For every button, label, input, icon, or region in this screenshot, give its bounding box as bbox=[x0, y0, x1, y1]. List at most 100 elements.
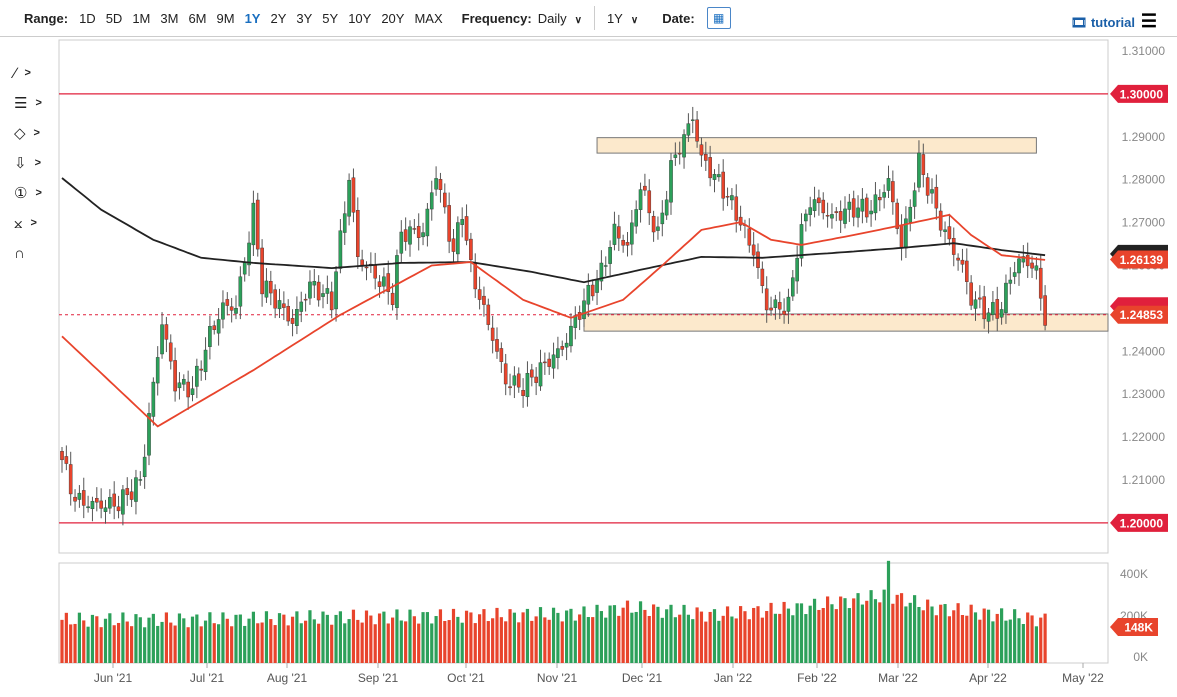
candle bbox=[673, 154, 678, 158]
volume-bar bbox=[143, 627, 147, 663]
candle bbox=[982, 296, 986, 320]
volume-bar bbox=[151, 613, 155, 663]
candle bbox=[956, 257, 960, 261]
volume-bar bbox=[347, 619, 351, 663]
volume-bar bbox=[147, 617, 151, 663]
volume-bar bbox=[103, 618, 108, 663]
candle bbox=[638, 189, 643, 210]
candle bbox=[421, 232, 425, 238]
candle bbox=[360, 259, 364, 266]
volume-bar bbox=[269, 619, 273, 663]
volume-bar bbox=[982, 608, 986, 663]
candle bbox=[582, 300, 586, 320]
candle bbox=[1030, 262, 1034, 269]
x-tick-label: Jul '21 bbox=[190, 671, 225, 685]
volume-bar bbox=[90, 614, 95, 663]
volume-bar bbox=[599, 611, 603, 663]
volume-bar bbox=[338, 611, 342, 663]
ma-fast-tag: 1.26139 bbox=[1120, 253, 1164, 267]
volume-bar bbox=[586, 617, 590, 663]
volume-bar bbox=[834, 609, 838, 663]
support-resistance-zone bbox=[583, 313, 1109, 332]
candle bbox=[682, 134, 686, 158]
volume-bar bbox=[247, 618, 251, 663]
volume-bar bbox=[826, 596, 830, 663]
candle bbox=[651, 215, 656, 233]
volume-bar bbox=[760, 617, 764, 663]
candle bbox=[751, 244, 756, 256]
candle bbox=[773, 299, 778, 308]
volume-bar bbox=[530, 620, 534, 663]
volume-bar bbox=[1000, 608, 1004, 663]
candle bbox=[669, 160, 673, 203]
candle bbox=[543, 361, 547, 364]
volume-bar bbox=[543, 617, 547, 663]
volume-bar bbox=[752, 607, 756, 663]
candle bbox=[656, 226, 660, 231]
volume-bar bbox=[860, 604, 864, 663]
volume-bar bbox=[551, 607, 556, 663]
volume-bar bbox=[899, 593, 904, 663]
candle bbox=[477, 289, 482, 300]
candle bbox=[173, 360, 177, 392]
candle bbox=[725, 196, 730, 198]
volume-bar bbox=[525, 608, 530, 663]
candle bbox=[208, 326, 212, 347]
volume-bar bbox=[334, 614, 338, 663]
candle bbox=[551, 354, 556, 369]
candle bbox=[377, 281, 382, 287]
volume-bar bbox=[747, 619, 751, 663]
candle bbox=[860, 198, 865, 212]
candle bbox=[895, 202, 899, 229]
x-tick-label: Mar '22 bbox=[878, 671, 918, 685]
candle bbox=[886, 178, 891, 191]
price-chart[interactable]: 1.310001.300001.290001.280001.270001.260… bbox=[0, 0, 1177, 697]
volume-bar bbox=[512, 612, 516, 663]
candle bbox=[416, 225, 421, 238]
candle bbox=[229, 306, 234, 311]
volume-bar bbox=[438, 609, 443, 663]
y-tick-label: 1.21000 bbox=[1122, 473, 1166, 487]
volume-bar bbox=[943, 604, 947, 663]
last-price-tag: 1.24853 bbox=[1120, 308, 1164, 322]
volume-bar bbox=[865, 600, 869, 663]
volume-bar bbox=[173, 625, 177, 663]
candle bbox=[347, 179, 351, 217]
volume-bar bbox=[73, 623, 77, 663]
volume-bar bbox=[234, 614, 238, 663]
volume-bar bbox=[547, 619, 551, 663]
volume-bar bbox=[691, 619, 695, 663]
volume-bar bbox=[504, 621, 508, 663]
candle bbox=[325, 288, 330, 294]
volume-bar bbox=[373, 624, 377, 663]
candle bbox=[94, 498, 99, 503]
volume-bar bbox=[769, 602, 773, 663]
candle bbox=[756, 251, 760, 268]
volume-bar bbox=[930, 606, 934, 663]
volume-bar bbox=[478, 614, 482, 663]
candle bbox=[686, 123, 691, 136]
volume-bar bbox=[873, 599, 878, 663]
candle bbox=[90, 500, 95, 510]
candle bbox=[351, 177, 356, 213]
volume-bar bbox=[217, 624, 221, 663]
y-tick-label: 1.31000 bbox=[1122, 44, 1166, 58]
candle bbox=[817, 197, 821, 204]
candle bbox=[321, 293, 325, 297]
volume-bar bbox=[134, 614, 138, 663]
candle bbox=[899, 225, 904, 249]
candle bbox=[747, 228, 752, 246]
candle bbox=[690, 119, 695, 121]
volume-bar bbox=[1013, 609, 1017, 663]
candle bbox=[316, 281, 321, 301]
candle bbox=[564, 342, 569, 348]
candle bbox=[986, 312, 991, 322]
candle bbox=[412, 228, 417, 230]
volume-bar bbox=[699, 611, 704, 663]
candle bbox=[60, 451, 64, 461]
candle bbox=[643, 185, 647, 191]
candle bbox=[525, 372, 530, 398]
candle bbox=[499, 348, 504, 362]
x-tick-label: Apr '22 bbox=[969, 671, 1007, 685]
volume-bar bbox=[82, 620, 86, 663]
